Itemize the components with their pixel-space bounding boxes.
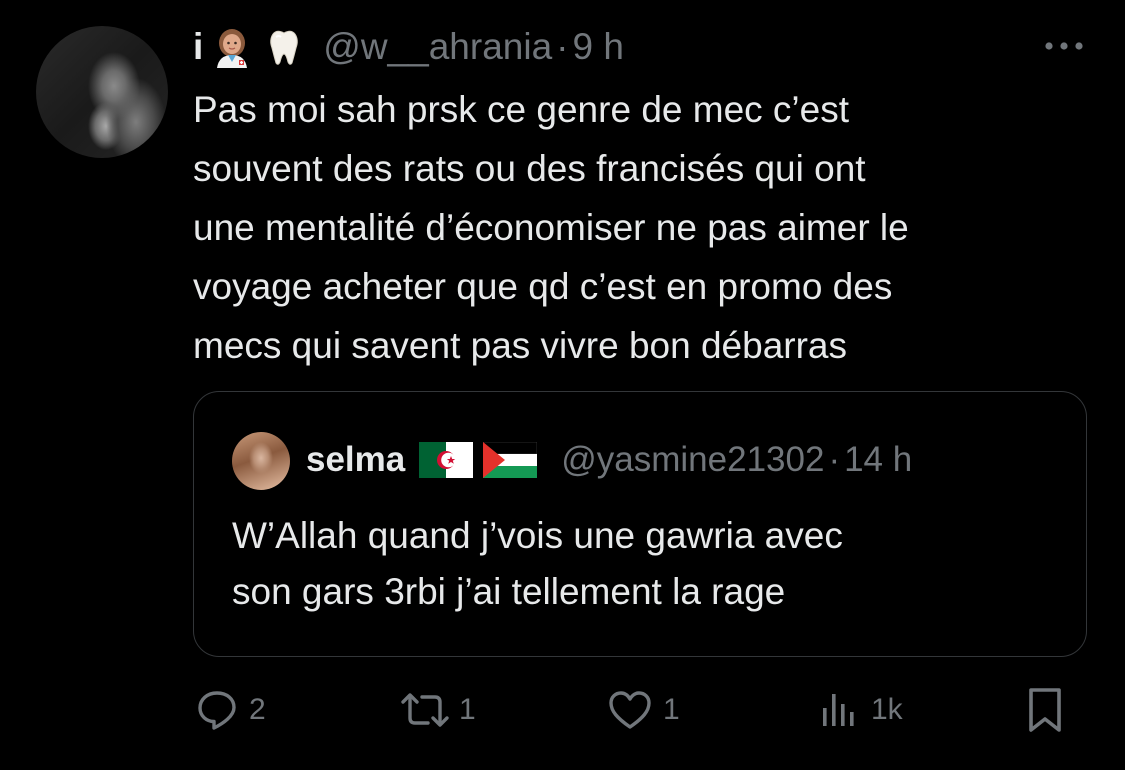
quoted-meta-separator: · <box>828 440 841 479</box>
more-horizontal-icon[interactable] <box>1041 34 1087 58</box>
quoted-tweet-timestamp: 14 h <box>844 440 913 479</box>
quoted-tweet-header: selma @yasmine21302 · 14 h <box>306 436 912 484</box>
tweet-timestamp[interactable]: 9 h <box>572 26 623 68</box>
tweet-meta: @w__ahrania · 9 h <box>323 26 624 68</box>
reply-count: 2 <box>249 693 266 726</box>
views-count: 1k <box>871 693 903 726</box>
repost-icon <box>401 693 449 727</box>
woman-health-worker-emoji <box>217 29 248 68</box>
like-count: 1 <box>663 693 680 726</box>
quoted-author-handle: @yasmine21302 <box>561 440 825 479</box>
author-display-name[interactable]: i <box>193 26 203 68</box>
quoted-author-display-name: selma <box>306 440 406 479</box>
heart-icon <box>609 691 651 729</box>
repost-count: 1 <box>459 693 476 726</box>
views-bar-chart-icon <box>823 694 854 726</box>
author-handle[interactable]: @w__ahrania <box>323 26 552 68</box>
quoted-tweet[interactable]: selma @yasmine21302 · 14 h W’Allah quand… <box>193 391 1087 657</box>
tweet-header: i @w__ahrania · 9 h <box>193 22 624 72</box>
quoted-tweet-text: W’Allah quand j’vois une gawria avec son… <box>232 515 843 612</box>
algeria-flag <box>419 442 474 478</box>
quoted-author-avatar[interactable] <box>232 432 290 490</box>
bookmark-icon <box>1029 688 1061 732</box>
tweet[interactable]: i @w__ahrania · 9 h Pas moi sah prsk ce … <box>0 0 1125 770</box>
repost-button[interactable]: 1 <box>397 680 476 740</box>
reply-button[interactable]: 2 <box>195 680 266 740</box>
like-button[interactable]: 1 <box>607 680 680 740</box>
views-button[interactable]: 1k <box>817 680 903 740</box>
bookmark-button[interactable] <box>1023 680 1067 740</box>
meta-separator: · <box>556 26 569 67</box>
tooth-emoji <box>270 30 299 65</box>
reply-bubble-icon <box>198 691 236 730</box>
tweet-text: Pas moi sah prsk ce genre de mec c’est s… <box>193 89 909 366</box>
author-avatar[interactable] <box>36 26 168 158</box>
tweet-actions: 2 1 1 1k <box>193 680 1073 740</box>
palestine-flag <box>483 442 538 478</box>
